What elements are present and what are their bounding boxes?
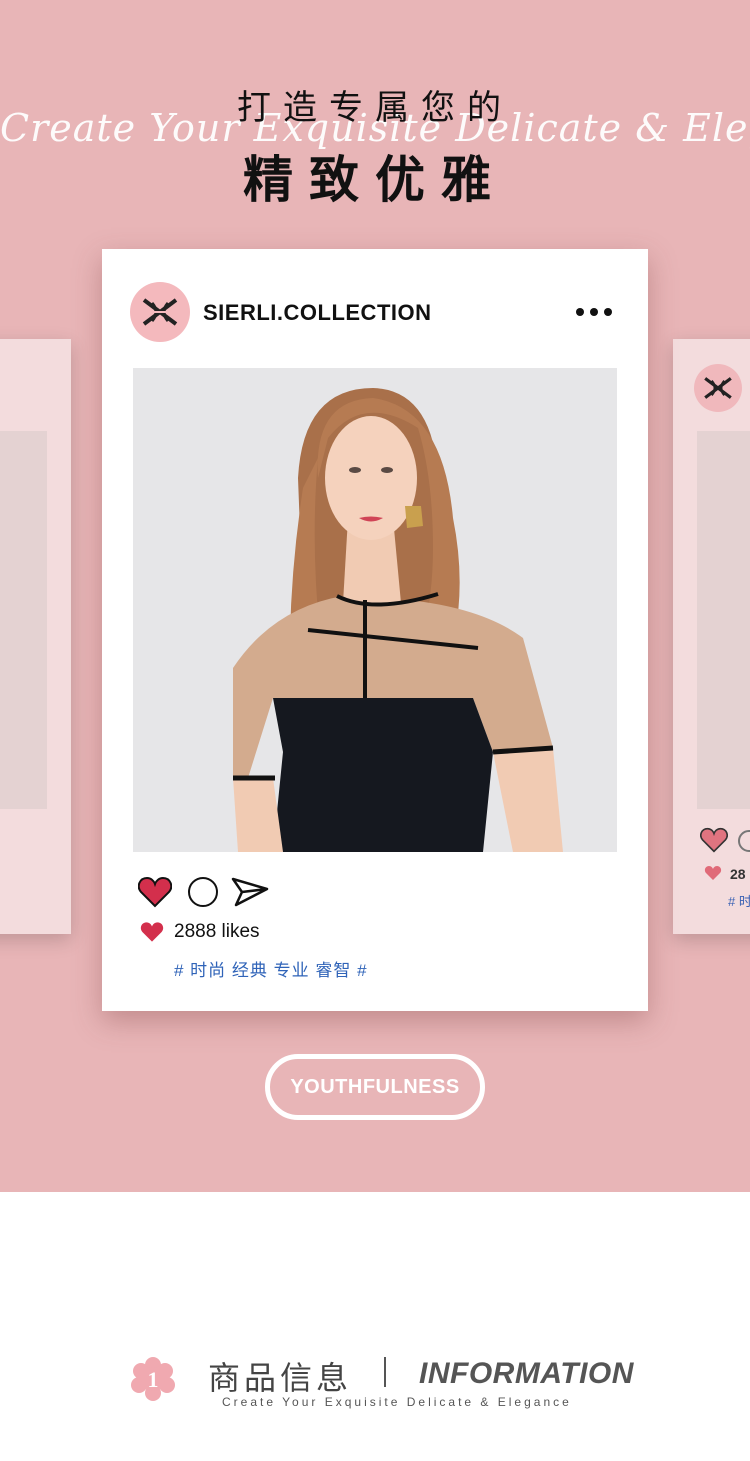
hashtags: # 时: [728, 894, 750, 909]
action-bar: [138, 874, 270, 910]
share-icon[interactable]: [230, 875, 270, 909]
section-title-en: INFORMATION: [419, 1357, 634, 1390]
heart-icon: [140, 922, 164, 942]
heart-icon[interactable]: [700, 827, 728, 853]
brand-logo-icon[interactable]: [130, 282, 190, 342]
section-title-cn: 商品信息: [208, 1359, 353, 1397]
post-card: SIERLI.COLLECTION 2888 likes # 时尚 经典 专业 …: [102, 249, 648, 1011]
hashtags[interactable]: # 时尚 经典 专业 睿智 #: [174, 956, 368, 981]
more-icon[interactable]: [576, 308, 612, 316]
brand-logo-icon: [694, 364, 742, 412]
heart-icon[interactable]: [138, 876, 172, 908]
likes-row: 2888 likes: [140, 921, 260, 943]
next-post-photo: [697, 431, 750, 809]
section-subtitle: Create Your Exquisite Delicate & Eleganc…: [222, 1395, 572, 1409]
title-divider: [384, 1357, 386, 1387]
headline-line-1: 打造专属您的: [237, 88, 513, 128]
flower-number: 1: [148, 1367, 159, 1392]
likes-count: 28: [730, 866, 746, 882]
hero-section: Create Your Exquisite Delicate & Eleganc…: [0, 0, 750, 1192]
previous-post-card[interactable]: [0, 339, 71, 934]
post-username[interactable]: SIERLI.COLLECTION: [203, 300, 432, 326]
likes-count: 2888 likes: [174, 921, 260, 942]
youthfulness-button[interactable]: YOUTHFULNESS: [265, 1054, 485, 1120]
previous-post-photo: [0, 431, 47, 809]
heart-icon: [704, 866, 722, 880]
headline-line-2: 精致优雅: [243, 151, 507, 209]
post-photo: [133, 368, 617, 852]
next-post-card[interactable]: 28 # 时: [673, 339, 750, 934]
comment-icon[interactable]: [738, 830, 750, 852]
comment-icon[interactable]: [188, 877, 218, 907]
flower-number-icon: 1: [131, 1357, 175, 1401]
